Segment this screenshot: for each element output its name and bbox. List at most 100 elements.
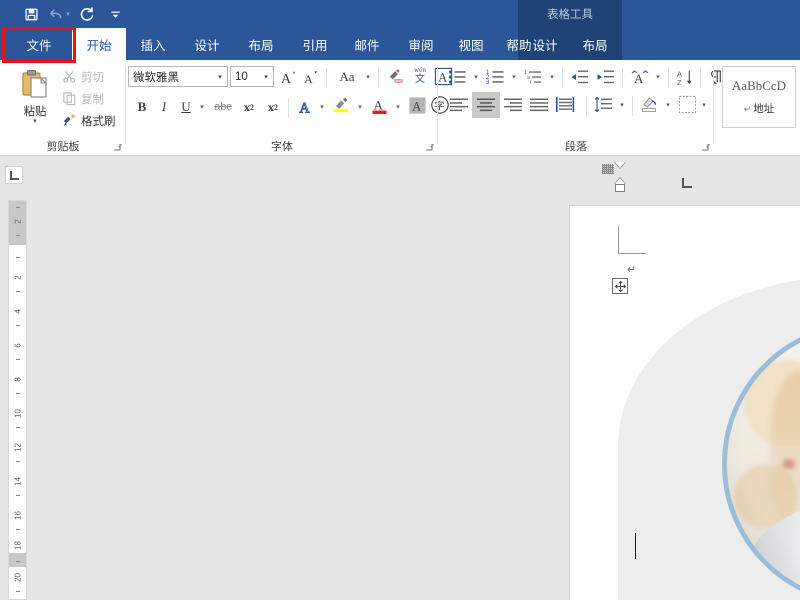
clipboard-icon [18, 67, 52, 101]
quick-access-toolbar: ▾ [18, 0, 128, 28]
chevron-down-icon[interactable] [102, 2, 128, 26]
font-dialog-launcher[interactable] [425, 143, 435, 153]
decrease-indent-icon[interactable] [568, 66, 592, 88]
highlight-icon[interactable] [330, 94, 354, 116]
tab-mailings[interactable]: 邮件 [340, 28, 394, 60]
sort-az-icon[interactable]: A Z [674, 66, 696, 88]
vruler-label: 20 [13, 573, 23, 582]
tab-table-layout[interactable]: 布局 [570, 28, 620, 60]
chevron-down-icon[interactable]: ▾ [316, 96, 328, 118]
text-effects-icon[interactable]: A [294, 96, 316, 118]
copy-button[interactable]: 复制 [62, 88, 104, 109]
bold-icon[interactable]: B [132, 96, 152, 118]
chevron-down-icon[interactable]: ▾ [616, 94, 628, 116]
phonetic-guide-icon[interactable]: wén 文 [408, 64, 432, 86]
underline-icon[interactable]: U [176, 96, 196, 118]
grow-font-icon[interactable]: A [278, 66, 300, 88]
paste-button[interactable]: 粘贴 ▾ [10, 64, 60, 132]
change-case-icon[interactable]: Aa [332, 66, 362, 88]
align-right-icon[interactable] [500, 94, 526, 116]
chevron-down-icon[interactable]: ▾ [354, 96, 366, 118]
superscript-icon[interactable]: x2 [262, 96, 284, 118]
tab-design[interactable]: 设计 [180, 28, 234, 60]
ruler-corner-tab-selector[interactable] [0, 156, 28, 194]
shrink-font-icon[interactable]: A [300, 66, 322, 88]
distribute-icon[interactable] [552, 94, 578, 116]
tab-layout[interactable]: 布局 [234, 28, 288, 60]
italic-icon[interactable]: I [154, 96, 174, 118]
paragraph-dialog-launcher[interactable] [701, 143, 711, 153]
divider [288, 98, 289, 118]
strikethrough-icon[interactable]: abc [210, 96, 236, 118]
cut-label: 剪切 [81, 71, 104, 84]
bottom-margin-area [9, 553, 26, 567]
chevron-down-icon[interactable]: ▾ [470, 66, 482, 88]
font-size-input[interactable]: 10 ▾ [230, 66, 274, 87]
tab-stop-marker[interactable] [682, 178, 692, 188]
tab-home[interactable]: 开始 [72, 28, 126, 60]
save-icon[interactable] [18, 2, 44, 26]
align-center-icon[interactable] [472, 92, 500, 118]
increase-indent-icon[interactable] [594, 66, 618, 88]
doctor-portrait[interactable] [722, 322, 800, 600]
redo-icon[interactable] [74, 2, 100, 26]
scissors-icon [62, 69, 77, 84]
chevron-down-icon[interactable]: ▾ [33, 118, 37, 125]
justify-icon[interactable] [526, 94, 552, 116]
tab-table-design[interactable]: 设计 [520, 28, 570, 60]
horizontal-ruler[interactable]: 4 2 2 4 6 8 10 12 [560, 160, 800, 194]
style-gallery-item-address[interactable]: AaBbCcD ↵ 地址 [722, 66, 796, 128]
borders-icon[interactable] [676, 93, 698, 115]
chevron-down-icon[interactable]: ▾ [196, 96, 208, 118]
strikethrough-label: abc [214, 101, 232, 113]
chevron-down-icon[interactable]: ▾ [662, 94, 674, 116]
format-painter-button[interactable]: 格式刷 [62, 110, 116, 131]
tab-references[interactable]: 引用 [288, 28, 342, 60]
ribbon-group-clipboard: 粘贴 ▾ 剪切 复制 格式刷 剪贴板 [0, 60, 126, 156]
align-left-icon[interactable] [446, 94, 472, 116]
format-painter-icon [62, 113, 77, 128]
character-shading-icon[interactable]: A [406, 94, 428, 116]
font-name-value: 微软雅黑 [133, 71, 179, 84]
multilevel-list-icon[interactable]: 1 a i [522, 66, 546, 88]
group-label-clipboard: 剪贴板 [46, 141, 80, 153]
document-canvas[interactable]: ↵ [28, 194, 800, 600]
asian-layout-icon[interactable]: A [628, 66, 652, 88]
underline-label: U [181, 99, 191, 114]
clear-formatting-icon[interactable] [384, 66, 408, 88]
document-page[interactable]: ↵ [570, 206, 800, 600]
divider [700, 68, 701, 88]
shading-icon[interactable] [638, 93, 662, 115]
font-color-icon[interactable]: A [368, 94, 392, 116]
chevron-down-icon[interactable]: ▾ [259, 73, 273, 81]
tab-insert[interactable]: 插入 [126, 28, 180, 60]
bold-label: B [137, 99, 147, 114]
font-name-input[interactable]: 微软雅黑 ▾ [128, 66, 228, 87]
ribbon-tab-strip: 文件 开始 插入 设计 布局 引用 邮件 审阅 视图 帮助 设计 布局 操作说明… [0, 28, 800, 81]
chevron-down-icon[interactable]: ▾ [362, 66, 374, 88]
chevron-down-icon[interactable]: ▾ [392, 96, 404, 118]
chevron-down-icon[interactable]: ▾ [213, 73, 227, 81]
subscript-icon[interactable]: x2 [238, 96, 260, 118]
left-tab-stop-icon [5, 166, 23, 184]
svg-text:A: A [374, 97, 384, 112]
first-line-indent-fill [615, 162, 625, 168]
vertical-ruler[interactable]: 2 2 4 6 8 10 12 14 16 18 20 [8, 200, 27, 600]
chevron-down-icon[interactable]: ▾ [546, 66, 558, 88]
tab-file[interactable]: 文件 [6, 28, 72, 60]
clipboard-dialog-launcher[interactable] [113, 143, 123, 153]
numbered-list-icon[interactable]: 1 2 3 [484, 66, 508, 88]
left-indent-marker[interactable] [615, 184, 625, 192]
line-spacing-icon[interactable] [592, 94, 616, 116]
chevron-down-icon[interactable]: ▾ [698, 94, 710, 116]
chevron-down-icon[interactable]: ▾ [508, 66, 520, 88]
undo-icon[interactable]: ▾ [46, 2, 72, 26]
paragraph-mark: ↵ [627, 264, 637, 276]
bullet-list-icon[interactable] [446, 66, 470, 88]
chevron-down-icon[interactable]: ▾ [652, 66, 664, 88]
tab-view[interactable]: 视图 [444, 28, 498, 60]
cut-button[interactable]: 剪切 [62, 66, 104, 87]
table-move-handle[interactable] [612, 278, 628, 294]
tab-review[interactable]: 审阅 [394, 28, 448, 60]
svg-text:i: i [530, 80, 531, 85]
